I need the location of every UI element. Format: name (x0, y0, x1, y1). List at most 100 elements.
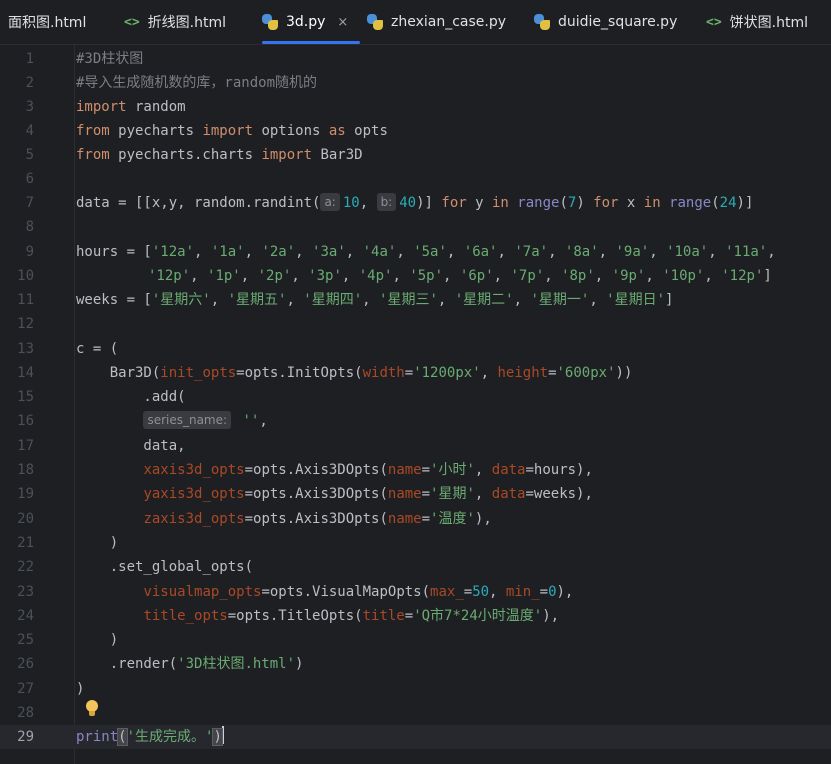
code-text: =opts.Axis3DOpts( (244, 462, 388, 478)
identifier: pyecharts.charts (109, 147, 262, 163)
code-line[interactable]: 27) (0, 677, 831, 701)
tab-line-chart-html[interactable]: <> 折线图.html (124, 0, 226, 44)
code-line[interactable]: 11 weeks = ['星期六', '星期五', '星期四', '星期三', '… (0, 288, 831, 312)
code-text: , (544, 268, 562, 284)
keyword-argument: xaxis3d_opts (143, 462, 245, 478)
tab-zhexian-case-py[interactable]: zhexian_case.py (367, 0, 506, 44)
code-line[interactable]: 26 .render('3D柱状图.html') (0, 652, 831, 676)
code-text: , (446, 244, 464, 260)
code-line[interactable]: 3 import random (0, 95, 831, 119)
builtin: range (669, 195, 712, 211)
list-string: '1a' (210, 244, 245, 260)
code-line[interactable]: 5 from pyecharts.charts import Bar3D (0, 143, 831, 167)
identifier: Bar3D (312, 147, 363, 163)
line-number: 4 (25, 123, 34, 139)
code-text: )) (615, 365, 633, 381)
code-line-current[interactable]: 29 print('生成完成。') (0, 725, 831, 749)
code-line[interactable]: 10 '12p', '1p', '2p', '3p', '4p', '5p', '… (0, 264, 831, 288)
keyword-argument: width (362, 365, 405, 381)
code-text: , (443, 268, 460, 284)
string: '生成完成。' (126, 729, 214, 745)
code-line[interactable]: 23 visualmap_opts=opts.VisualMapOpts(max… (0, 580, 831, 604)
list-string: '5p' (409, 268, 444, 284)
code-line[interactable]: 20 zaxis3d_opts=opts.Axis3DOpts(name='温度… (0, 507, 831, 531)
code-line[interactable]: 1 #3D柱状图 (0, 47, 831, 71)
code-text: )] (736, 195, 754, 211)
code-text: , (645, 268, 663, 284)
lightbulb-icon[interactable] (84, 700, 100, 720)
code-line[interactable]: 21 ) (0, 531, 831, 555)
code-text: ( (711, 195, 720, 211)
code-text: , (708, 244, 726, 260)
code-line[interactable]: 19 yaxis3d_opts=opts.Axis3DOpts(name='星期… (0, 482, 831, 506)
line-number: 15 (17, 389, 34, 405)
line-number: 21 (17, 535, 34, 551)
code-line[interactable]: 8 (0, 215, 831, 239)
code-text: , (493, 268, 511, 284)
keyword-argument: name (387, 511, 422, 527)
list-string: '12a' (151, 244, 195, 260)
line-number: 1 (25, 51, 34, 67)
code-text: , (359, 195, 377, 211)
code-line[interactable]: 18 xaxis3d_opts=opts.Axis3DOpts(name='小时… (0, 458, 831, 482)
line-number: 26 (17, 656, 34, 672)
code-text: ) (76, 681, 85, 697)
code-text: , (194, 244, 211, 260)
code-text: , (767, 244, 776, 260)
code-text: = (421, 511, 431, 527)
parameter-hint: series_name: (143, 411, 232, 429)
string: 'Q市7*24小时温度' (413, 608, 543, 624)
weeks-list-line: weeks = ['星期六', '星期五', '星期四', '星期三', '星期… (76, 288, 673, 312)
tab-3d-py[interactable]: 3d.py × (262, 0, 361, 44)
keyword-argument: data (491, 486, 526, 502)
code-line[interactable]: 12 (0, 312, 831, 336)
code-line[interactable]: 15 .add( (0, 385, 831, 409)
code-line[interactable]: 28 (0, 701, 831, 725)
code-line[interactable]: 24 title_opts=opts.TitleOpts(title='Q市7*… (0, 604, 831, 628)
tab-area-chart-html[interactable]: 面积图.html (8, 0, 86, 44)
string: '' (234, 413, 260, 429)
list-string: '1p' (207, 268, 241, 284)
keyword: import (76, 99, 127, 115)
code-line[interactable]: 13 c = ( (0, 337, 831, 361)
list-string: '8a' (564, 244, 599, 260)
code-line[interactable]: 9 hours = ['12a', '1a', '2a', '3a', '4a',… (0, 240, 831, 264)
code-line[interactable]: 7 data = [[x,y, random.randint(a: 10, b: 40… (0, 191, 831, 215)
code-text: = (539, 584, 549, 600)
code-text: =opts.VisualMapOpts( (261, 584, 431, 600)
code-text: , (497, 244, 515, 260)
tab-duidie-square-py[interactable]: duidie_square.py (534, 0, 677, 44)
code-text: x (618, 195, 644, 211)
matched-bracket: ( (117, 728, 128, 746)
code-line[interactable]: 22 .set_global_opts( (0, 555, 831, 579)
code-text: =opts.TitleOpts( (227, 608, 363, 624)
code-line[interactable]: 25 ) (0, 628, 831, 652)
identifier: options (253, 123, 329, 139)
list-string: '4p' (358, 268, 393, 284)
tab-label: 面积图.html (8, 15, 87, 31)
number: 40 (399, 195, 417, 211)
code-text: , (437, 292, 455, 308)
code-line[interactable]: 14 Bar3D(init_opts=opts.InitOpts(width='… (0, 361, 831, 385)
line-number: 7 (25, 195, 34, 211)
code-line[interactable]: 4 from pyecharts import options as opts (0, 119, 831, 143)
code-text: .set_global_opts( (76, 559, 254, 575)
code-line[interactable]: 2 #导入生成随机数的库，random随机的 (0, 71, 831, 95)
code-text: , (295, 244, 313, 260)
tab-label: 3d.py (286, 14, 326, 30)
tab-close-icon[interactable]: × (337, 15, 348, 30)
keyword: from (76, 123, 110, 139)
code-text: ) (76, 535, 119, 551)
code-text: .render( (76, 656, 178, 672)
code-line[interactable]: 16 series_name: '', (0, 409, 831, 433)
code-line[interactable]: 6 (0, 167, 831, 191)
code-editor[interactable]: 1 #3D柱状图 2 #导入生成随机数的库，random随机的 3 import ra… (0, 45, 831, 764)
line-number: 29 (17, 729, 34, 745)
tab-pie-chart-html[interactable]: <> 饼状图.html (706, 0, 808, 44)
code-line[interactable]: 17 data, (0, 434, 831, 458)
